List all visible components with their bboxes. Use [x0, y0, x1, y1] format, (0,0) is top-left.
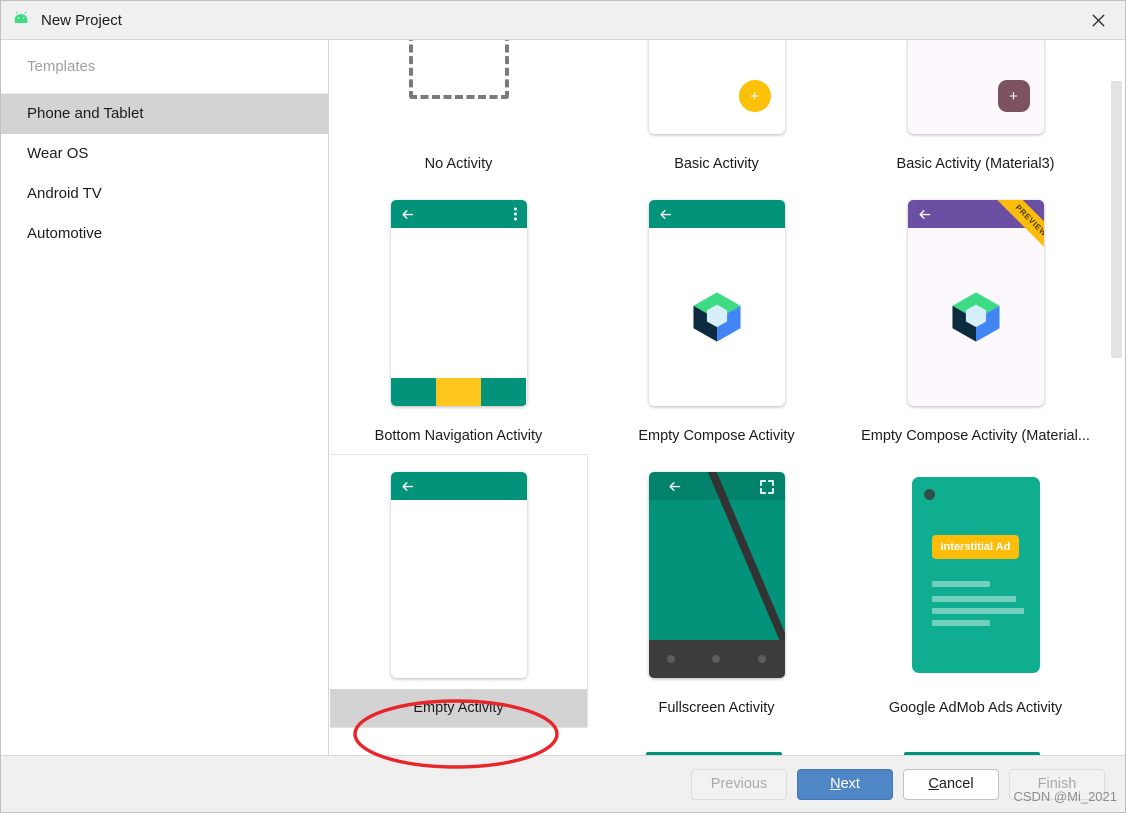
interstitial-ad-badge: Interstitial Ad [931, 535, 1020, 559]
phone-mock: + [907, 40, 1044, 134]
fullscreen-expand-icon [759, 480, 774, 494]
template-thumbnail: + [846, 40, 1105, 145]
template-card-no-activity[interactable]: No Activity [330, 40, 587, 183]
template-thumbnail [587, 455, 846, 689]
android-robot-icon [14, 11, 28, 23]
template-card-basic-activity-material3[interactable]: + Basic Activity (Material3) [846, 40, 1105, 183]
next-rest-chars: ext [840, 776, 860, 792]
sidebar-item-label: Phone and Tablet [27, 105, 144, 122]
dashed-placeholder-icon [408, 40, 509, 99]
bottom-nav-item-active [435, 378, 482, 406]
new-project-dialog: New Project Templates Phone and Tablet W… [0, 0, 1126, 813]
template-card-empty-compose-activity[interactable]: Empty Compose Activity [587, 183, 846, 455]
next-button[interactable]: Next [797, 768, 893, 800]
cancel-button[interactable]: Cancel [903, 768, 999, 800]
fab-plus-label: + [1009, 87, 1018, 105]
previous-button[interactable]: Previous [691, 768, 787, 800]
jetpack-compose-logo-icon [951, 292, 1000, 342]
back-arrow-icon [401, 209, 413, 219]
back-arrow-icon [668, 482, 680, 491]
sidebar-item-label: Automotive [27, 225, 103, 242]
dialog-title-bar: New Project [1, 1, 1125, 40]
gallery-scrollbar-thumb[interactable] [1111, 81, 1122, 358]
template-label: Fullscreen Activity [658, 700, 775, 716]
cancel-rest-chars: ancel [938, 776, 974, 792]
sidebar-item-phone-and-tablet[interactable]: Phone and Tablet [1, 94, 328, 134]
placeholder-line [931, 608, 1024, 614]
fab-icon: + [738, 80, 771, 112]
sidebar-group-templates: Templates [1, 40, 328, 94]
sidebar-item-automotive[interactable]: Automotive [1, 214, 328, 254]
sidebar-item-android-tv[interactable]: Android TV [1, 174, 328, 214]
template-thumbnail: PREVIEW [846, 183, 1105, 417]
watermark-text: CSDN @Mi_2021 [1013, 789, 1117, 804]
overflow-menu-icon [513, 207, 517, 221]
phone-mock [390, 200, 527, 406]
gallery-scrollbar-track[interactable] [1108, 40, 1124, 756]
template-label: Basic Activity (Material3) [896, 156, 1055, 172]
template-card-empty-compose-activity-material3[interactable]: PREVIEW Empty Compose Activity (Material… [846, 183, 1105, 455]
back-arrow-icon [918, 209, 930, 219]
system-navigation-bar [648, 640, 785, 678]
sidebar-item-label: Wear OS [27, 145, 89, 162]
phone-mock [648, 472, 785, 678]
back-arrow-icon [401, 481, 413, 491]
template-gallery: No Activity + Basic Activity + Basic Act… [330, 40, 1110, 756]
template-label: Empty Compose Activity [638, 428, 795, 444]
template-label: No Activity [424, 156, 493, 172]
bottom-nav-item [390, 378, 436, 406]
template-thumbnail: + [587, 40, 846, 145]
avatar-dot-icon [923, 489, 935, 500]
template-label: Google AdMob Ads Activity [888, 700, 1063, 716]
bottom-nav-item [481, 378, 527, 406]
template-card-empty-activity[interactable]: Empty Activity [330, 454, 588, 728]
template-grid: No Activity + Basic Activity + Basic Act… [330, 40, 1110, 728]
template-label: Empty Activity [330, 689, 587, 727]
next-accel-char: N [830, 776, 841, 792]
placeholder-line [931, 596, 1016, 602]
phone-mock [390, 472, 527, 678]
bottom-navigation-bar [390, 378, 527, 406]
app-bar [390, 472, 527, 500]
cancel-accel-char: C [928, 776, 939, 792]
fab-icon: + [997, 80, 1030, 112]
template-label: Bottom Navigation Activity [374, 428, 543, 444]
template-thumbnail [330, 183, 587, 417]
template-thumbnail [587, 183, 846, 417]
app-bar [648, 200, 785, 228]
sidebar-item-label: Android TV [27, 185, 102, 202]
template-card-fullscreen-activity[interactable]: Fullscreen Activity [587, 455, 846, 727]
template-label: Basic Activity [674, 156, 759, 172]
close-glyph [1091, 13, 1105, 27]
dialog-footer: Previous Next Cancel Finish [1, 755, 1125, 812]
cancel-button-label: Cancel [928, 776, 973, 792]
app-bar [390, 200, 527, 228]
admob-mock: Interstitial Ad [911, 477, 1040, 673]
phone-mock [648, 200, 785, 406]
next-button-label: Next [830, 776, 860, 792]
phone-mock: + [648, 40, 785, 134]
fab-plus-label: + [750, 87, 759, 105]
back-arrow-icon [659, 209, 671, 219]
close-icon[interactable] [1069, 1, 1125, 39]
template-card-bottom-navigation-activity[interactable]: Bottom Navigation Activity [330, 183, 587, 455]
sidebar: Templates Phone and Tablet Wear OS Andro… [1, 40, 329, 756]
template-thumbnail: Interstitial Ad [846, 455, 1105, 689]
template-thumbnail [330, 40, 587, 145]
placeholder-line [931, 581, 990, 587]
page-title: New Project [41, 11, 122, 29]
previous-button-label: Previous [710, 776, 768, 792]
template-card-google-admob-ads-activity[interactable]: Interstitial Ad Google AdMob Ads Activit… [846, 455, 1105, 727]
sidebar-item-wear-os[interactable]: Wear OS [1, 134, 328, 174]
placeholder-line [931, 620, 990, 626]
fullscreen-canvas [648, 472, 785, 678]
template-card-basic-activity[interactable]: + Basic Activity [587, 40, 846, 183]
jetpack-compose-logo-icon [692, 292, 741, 342]
template-thumbnail [330, 455, 587, 689]
template-label: Empty Compose Activity (Material... [861, 428, 1090, 444]
phone-mock: PREVIEW [907, 200, 1044, 406]
